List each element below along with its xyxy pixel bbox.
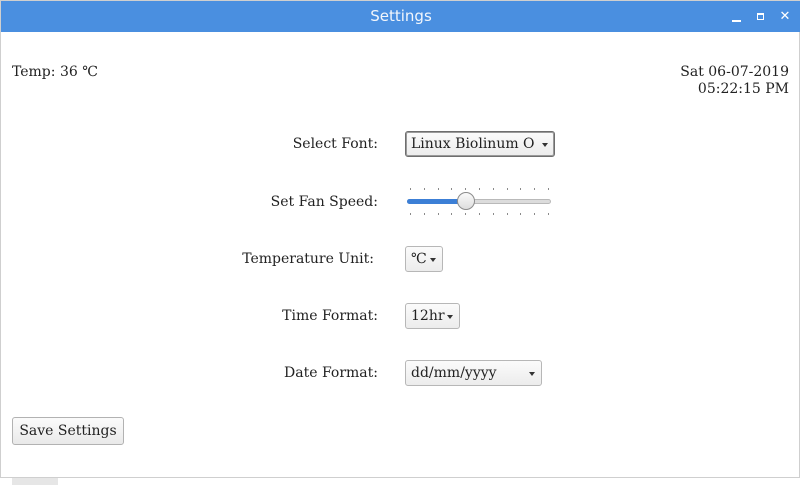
save-settings-button[interactable]: Save Settings [12,417,124,445]
close-icon: ✕ [779,9,791,24]
background-tab [12,478,58,485]
chevron-down-icon [542,143,548,147]
slider-tick [438,188,439,190]
background-strip [0,478,800,485]
slider-tick [548,213,549,215]
slider-tick [507,188,508,190]
font-select-value: Linux Biolinum O [411,136,535,152]
slider-tick [465,188,466,190]
temperature-unit-select[interactable]: ℃ [405,246,443,272]
close-button[interactable]: ✕ [777,9,793,25]
slider-knob[interactable] [457,192,475,210]
date-format-label: Date Format: [284,365,378,381]
time-format-label: Time Format: [282,308,378,324]
time-text: 05:22:15 PM [697,81,789,97]
slider-tick [507,213,508,215]
font-select[interactable]: Linux Biolinum O [405,131,555,157]
temperature-readout: Temp: 36 ℃ [12,64,98,80]
slider-tick [410,188,411,190]
chevron-down-icon [430,258,436,262]
slider-tick [451,213,452,215]
slider-tick [534,188,535,190]
slider-tick [451,188,452,190]
fan-speed-slider[interactable] [407,186,552,218]
temperature-unit-label: Temperature Unit: [242,251,374,267]
slider-tick [424,188,425,190]
slider-tick [479,213,480,215]
slider-ticks-bottom [407,213,552,215]
chevron-down-icon [447,315,453,319]
date-format-select[interactable]: dd/mm/yyyy [405,360,542,386]
font-label: Select Font: [292,136,378,152]
slider-tick [548,188,549,190]
slider-tick [424,213,425,215]
date-format-value: dd/mm/yyyy [411,365,497,381]
slider-tick [493,188,494,190]
slider-tick [479,188,480,190]
time-format-value: 12hr [411,308,445,324]
slider-tick [465,213,466,215]
title-bar[interactable]: Settings ✕ [1,1,800,32]
fan-speed-label: Set Fan Speed: [270,194,378,210]
window-title: Settings [370,7,432,25]
slider-tick [410,213,411,215]
settings-window: Settings ✕ Temp: 36 ℃ Sat 06-07-2019 05:… [0,0,800,478]
minimize-icon [732,20,741,22]
maximize-button[interactable] [753,9,769,25]
slider-tick [520,188,521,190]
date-text: Sat 06-07-2019 [680,64,789,80]
slider-tick [493,213,494,215]
minimize-button[interactable] [729,9,745,25]
slider-tick [534,213,535,215]
slider-ticks-top [407,188,552,190]
datetime-readout: Sat 06-07-2019 05:22:15 PM [680,64,789,98]
maximize-icon [757,13,764,20]
chevron-down-icon [529,372,535,376]
time-format-select[interactable]: 12hr [405,303,460,329]
temperature-unit-value: ℃ [411,251,427,267]
slider-tick [438,213,439,215]
slider-tick [520,213,521,215]
